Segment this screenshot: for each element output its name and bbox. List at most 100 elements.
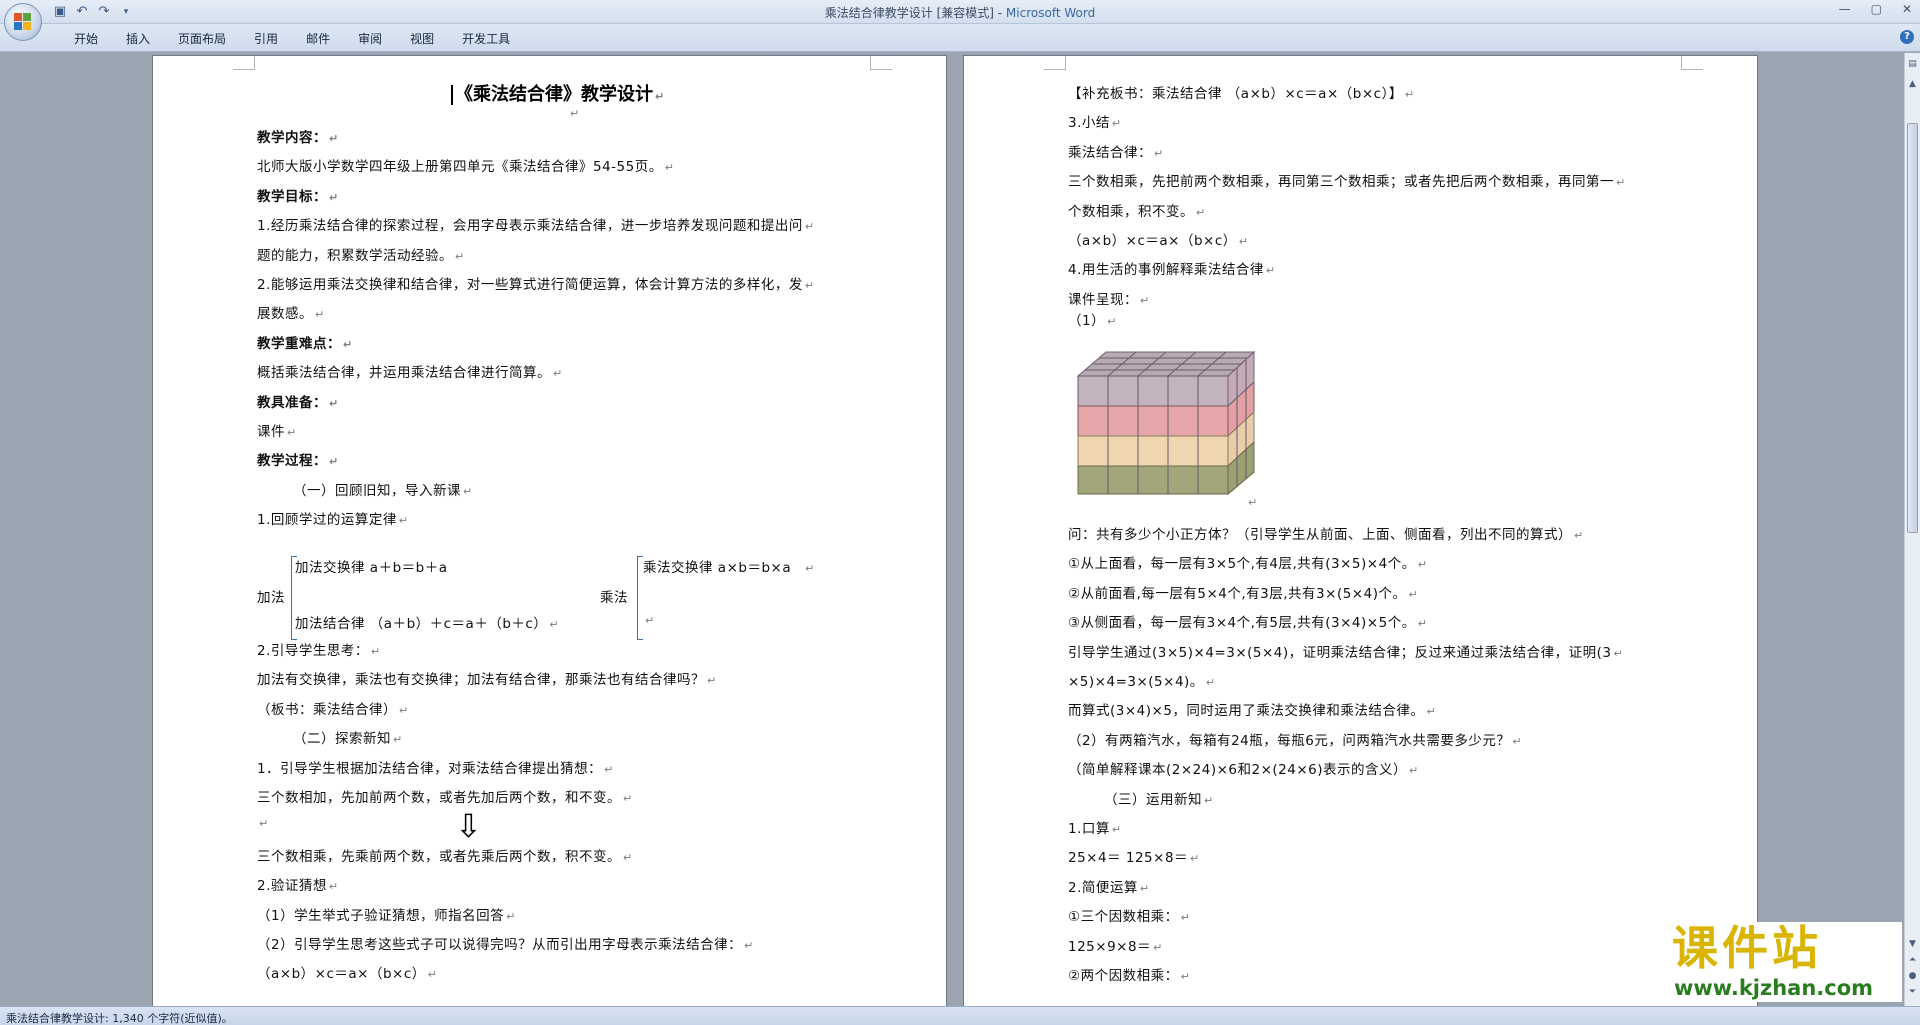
paragraph-mark-icon: ↵ bbox=[707, 674, 717, 688]
paragraph-mark-icon: ↵ bbox=[664, 161, 675, 175]
tab-page-layout[interactable]: 页面布局 bbox=[164, 30, 240, 48]
paragraph-mark-icon: ↵ bbox=[604, 762, 614, 776]
paragraph-line: 乘法结合律： ↵ bbox=[1068, 141, 1164, 161]
paragraph-line: 引导学生通过(3×5)×4=3×(5×4)，证明乘法结合律；反过来通过乘法结合律… bbox=[1068, 641, 1623, 661]
maximize-icon[interactable]: ▢ bbox=[1871, 2, 1882, 16]
ruler-toggle-icon[interactable]: ▤ bbox=[1906, 57, 1919, 71]
paragraph-mark-icon: ↵ bbox=[553, 367, 563, 381]
paragraph-text: ②从前面看,每一层有5×4个,有3层,共有3×(5×4)个。 bbox=[1068, 585, 1407, 602]
paragraph-mark-icon: ↵ bbox=[1616, 176, 1626, 190]
paragraph-text: 4.用生活的事例解释乘法结合律 bbox=[1068, 262, 1264, 279]
paragraph-text: 1.口算 bbox=[1068, 821, 1110, 837]
tab-insert[interactable]: 插入 bbox=[112, 30, 164, 48]
help-icon[interactable]: ? bbox=[1900, 30, 1914, 44]
paragraph-line: 2.验证猜想 ↵ bbox=[257, 874, 339, 894]
paragraph-mark-icon: ↵ bbox=[259, 817, 269, 831]
scroll-up-icon[interactable]: ▲ bbox=[1906, 77, 1919, 91]
tab-references[interactable]: 引用 bbox=[240, 30, 292, 48]
paragraph-text: 引导学生通过(3×5)×4=3×(5×4)，证明乘法结合律；反过来通过乘法结合律… bbox=[1068, 644, 1612, 661]
paragraph-mark-icon: ↵ bbox=[1153, 940, 1163, 954]
empty-paragraph: ↵ bbox=[570, 107, 580, 120]
paragraph-line: 1.经历乘法结合律的探索过程，会用字母表示乘法结合律，进一步培养发现问题和提出问… bbox=[257, 214, 815, 234]
ribbon-tabs: 开始 插入 页面布局 引用 邮件 审阅 视图 开发工具 bbox=[60, 30, 524, 48]
paragraph-mark-icon: ↵ bbox=[329, 190, 339, 204]
paragraph-line: 北师大版小学数学四年级上册第四单元《乘法结合律》54-55页。 ↵ bbox=[257, 155, 674, 175]
paragraph-mark-icon: ↵ bbox=[744, 939, 754, 952]
paragraph-text: 三个数相乘，先乘前两个数，或者先乘后两个数，积不变。 bbox=[257, 848, 621, 865]
paragraph-line: ①从上面看，每一层有3×5个,有4层,共有(3×5)×4个。 ↵ bbox=[1068, 552, 1427, 572]
paragraph-mark-icon: ↵ bbox=[315, 308, 325, 322]
paragraph-line: （a×b）×c＝a×（b×c） ↵ bbox=[1068, 229, 1249, 249]
paragraph-mark-icon: ↵ bbox=[1426, 705, 1437, 719]
paragraph-mark-icon: ↵ bbox=[393, 733, 403, 747]
minimize-icon[interactable]: — bbox=[1839, 2, 1851, 16]
paragraph-text: ③从侧面看，每一层有3×4个,有5层,共有(3×4)×5个。 bbox=[1068, 615, 1416, 632]
office-button[interactable] bbox=[4, 3, 42, 41]
paragraph-line: 2.简便运算 ↵ bbox=[1068, 876, 1150, 896]
next-page-icon[interactable]: ⏷ bbox=[1906, 985, 1919, 999]
paragraph-text: （1）学生举式子验证猜想，师指名回答 bbox=[257, 907, 505, 924]
tab-home[interactable]: 开始 bbox=[60, 30, 112, 48]
paragraph-line: 4.用生活的事例解释乘法结合律 ↵ bbox=[1068, 258, 1276, 278]
paragraph-line: 课件呈现： ↵ bbox=[1068, 288, 1150, 308]
paragraph-line: 1.口算 ↵ bbox=[1068, 817, 1122, 837]
paragraph-line: 教学目标： ↵ bbox=[257, 185, 339, 205]
paragraph-line: ×5)×4=3×(5×4)。 ↵ bbox=[1068, 670, 1216, 690]
paragraph-text: 北师大版小学数学四年级上册第四单元《乘法结合律》54-55页。 bbox=[257, 159, 663, 176]
page-right[interactable]: 【补充板书：乘法结合律 （a×b）×c＝a×（b×c）】 ↵ 3.小结 ↵ 乘法结合律：… bbox=[963, 55, 1758, 1006]
paragraph-line: ①三个因数相乘： ↵ bbox=[1068, 905, 1190, 925]
paragraph-line: 25×4＝ 125×8＝ ↵ bbox=[1068, 846, 1200, 866]
paragraph-mark-icon: ↵ bbox=[463, 484, 473, 498]
paragraph-text: ②两个因数相乘： bbox=[1068, 968, 1179, 984]
paragraph-line: 三个数相乘，先把前两个数相乘，再同第三个数相乘；或者先把后两个数相乘，再同第一 ↵ bbox=[1068, 170, 1626, 190]
paragraph-mark-icon: ↵ bbox=[1613, 646, 1624, 660]
paragraph-text: 【补充板书：乘法结合律 （a×b）×c＝a×（b×c）】 bbox=[1068, 86, 1403, 102]
paragraph-mark-icon: ↵ bbox=[1574, 529, 1584, 542]
tab-developer[interactable]: 开发工具 bbox=[448, 30, 524, 48]
paragraph-line: （2）有两箱汽水，每箱有24瓶，每瓶6元，问两箱汽水共需要多少元？ ↵ bbox=[1068, 729, 1522, 749]
tab-view[interactable]: 视图 bbox=[396, 30, 448, 48]
add-label: 加法 bbox=[257, 590, 285, 606]
empty-paragraph: ↵ bbox=[1248, 496, 1258, 509]
paragraph-line: 教学内容： ↵ bbox=[257, 126, 339, 146]
document-title: 乘法结合律教学设计 [兼容模式] - bbox=[824, 6, 1006, 20]
scroll-down-icon[interactable]: ▼ bbox=[1906, 937, 1919, 951]
crop-mark bbox=[233, 56, 255, 70]
browse-object-icon[interactable]: ● bbox=[1906, 969, 1919, 983]
paragraph-text: （a×b）×c＝a×（b×c） bbox=[257, 966, 426, 983]
paragraph-line: ③从侧面看，每一层有3×4个,有5层,共有(3×4)×5个。 ↵ bbox=[1068, 611, 1427, 631]
paragraph-line: 1.回顾学过的运算定律 ↵ bbox=[257, 508, 409, 528]
paragraph-mark-icon: ↵ bbox=[1204, 793, 1214, 807]
tab-mailings[interactable]: 邮件 bbox=[292, 30, 344, 48]
paragraph-line: （二）探索新知 ↵ bbox=[293, 727, 403, 747]
paragraph-text: 25×4＝ 125×8＝ bbox=[1068, 850, 1189, 867]
paragraph-text: 3.小结 bbox=[1068, 115, 1110, 132]
paragraph-mark-icon: ↵ bbox=[287, 426, 297, 439]
paragraph-text: （2）引导学生思考这些式子可以说得完吗？从而引出用字母表示乘法结合律： bbox=[257, 937, 743, 953]
paragraph-text: ①三个因数相乘： bbox=[1068, 909, 1179, 926]
close-icon[interactable]: ✕ bbox=[1902, 2, 1912, 16]
vertical-scrollbar[interactable]: ▤ ▲ ▼ ⏶ ● ⏷ bbox=[1904, 53, 1920, 1006]
paragraph-line: （1）学生举式子验证猜想，师指名回答 ↵ bbox=[257, 904, 516, 924]
watermark-brand: 课件站 bbox=[1672, 921, 1822, 975]
down-arrow-icon: ⇩ bbox=[455, 807, 482, 845]
paragraph-mark-icon: ↵ bbox=[1111, 117, 1122, 131]
scrollbar-thumb[interactable] bbox=[1907, 123, 1918, 533]
paragraph-mark-icon: ↵ bbox=[1140, 293, 1150, 307]
paragraph-text: 问：共有多少个小正方体？（引导学生从前面、上面、侧面看，列出不同的算式） bbox=[1068, 527, 1572, 543]
page-left[interactable]: 《乘法结合律》教学设计 ↵ ↵ 教学内容： ↵ 北师大版小学数学四年级上册第四单元《乘… bbox=[152, 55, 947, 1006]
paragraph-line: （板书：乘法结合律） ↵ bbox=[257, 698, 409, 718]
paragraph-text: 三个数相加，先加前两个数，或者先加后两个数，和不变。 bbox=[257, 790, 621, 806]
paragraph-text: 2.引导学生思考： bbox=[257, 643, 369, 659]
ribbon-tab-bar: 开始 插入 页面布局 引用 邮件 审阅 视图 开发工具 ? bbox=[0, 24, 1920, 52]
window-title: 乘法结合律教学设计 [兼容模式] - Microsoft Word bbox=[0, 4, 1920, 21]
title-bar: ▣ ↶ ↷ ▾ 乘法结合律教学设计 [兼容模式] - Microsoft Wor… bbox=[0, 0, 1920, 41]
paragraph-mark-icon: ↵ bbox=[804, 220, 815, 234]
paragraph-line: （简单解释课本(2×24)×6和2×(24×6)表示的含义） ↵ bbox=[1068, 758, 1419, 778]
mul-label: 乘法 bbox=[600, 590, 628, 606]
previous-page-icon[interactable]: ⏶ bbox=[1906, 953, 1919, 967]
text-cursor bbox=[451, 85, 453, 105]
tab-review[interactable]: 审阅 bbox=[344, 30, 396, 48]
document-heading: 《乘法结合律》教学设计 ↵ bbox=[451, 80, 664, 106]
window-controls: — ▢ ✕ bbox=[1839, 2, 1912, 16]
